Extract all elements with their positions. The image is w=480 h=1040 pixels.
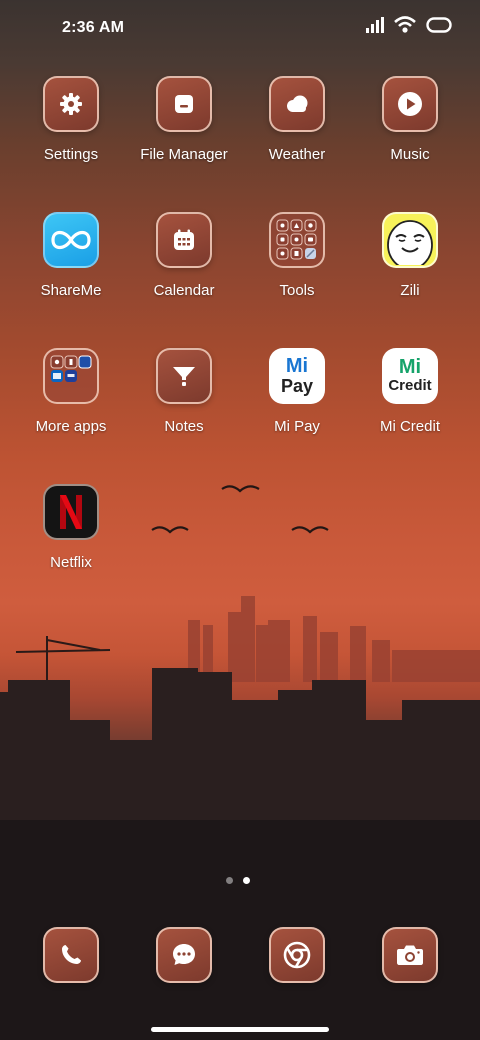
app-label: Mi Credit — [379, 418, 440, 435]
app-label: Tools — [279, 282, 315, 299]
tools-folder-icon[interactable] — [269, 212, 325, 268]
home-screen: 2:36 AM Settings File Manager Weather Mu… — [0, 0, 480, 1040]
app-more-apps-folder[interactable]: More apps — [15, 348, 127, 468]
camera-icon — [397, 945, 423, 965]
app-label: Weather — [268, 146, 326, 163]
wifi-icon — [394, 16, 416, 33]
crane-silhouette — [15, 636, 111, 690]
page-indicator — [226, 877, 250, 884]
app-notes[interactable]: Notes — [128, 348, 240, 468]
mi-credit-logo-credit: Credit — [388, 377, 432, 394]
phone-icon — [62, 945, 81, 964]
calendar-icon[interactable] — [156, 212, 212, 268]
dock-messages[interactable] — [156, 927, 212, 983]
status-time: 2:36 AM — [62, 19, 125, 36]
dock-chrome[interactable] — [269, 927, 325, 983]
app-shareme[interactable]: ShareMe — [15, 212, 127, 332]
zili-face-icon[interactable] — [382, 212, 438, 268]
app-settings[interactable]: Settings — [15, 76, 127, 196]
app-weather[interactable]: Weather — [241, 76, 353, 196]
dock-phone[interactable] — [43, 927, 99, 983]
mi-credit-logo[interactable]: Mi Credit — [382, 348, 438, 404]
page-dot-active[interactable] — [243, 877, 250, 884]
home-indicator[interactable] — [151, 1027, 329, 1032]
gear-icon[interactable] — [43, 76, 99, 132]
message-icon — [173, 944, 195, 965]
app-netflix[interactable]: Netflix — [15, 484, 127, 604]
battery-icon — [426, 17, 452, 33]
cloud-icon[interactable] — [269, 76, 325, 132]
mi-credit-logo-mi: Mi — [398, 356, 422, 378]
mi-pay-logo-pay: Pay — [280, 376, 314, 396]
app-file-manager[interactable]: File Manager — [128, 76, 240, 196]
app-calendar[interactable]: Calendar — [128, 212, 240, 332]
mi-pay-logo-mi: Mi — [285, 355, 309, 377]
more-apps-folder-icon[interactable] — [43, 348, 99, 404]
page-dot[interactable] — [226, 877, 233, 884]
app-label: Netflix — [50, 554, 92, 571]
signal-icon — [366, 17, 384, 33]
app-label: Settings — [43, 146, 99, 163]
app-label: Mi Pay — [274, 418, 320, 435]
notes-icon[interactable] — [156, 348, 212, 404]
play-icon[interactable] — [382, 76, 438, 132]
app-label: Notes — [164, 418, 204, 435]
app-tools-folder[interactable]: Tools — [241, 212, 353, 332]
app-music[interactable]: Music — [354, 76, 466, 196]
app-label: File Manager — [140, 146, 228, 163]
app-label: Music — [390, 146, 430, 163]
folder-icon[interactable] — [156, 76, 212, 132]
app-zili[interactable]: Zili — [354, 212, 466, 332]
app-label: Calendar — [153, 282, 215, 299]
app-label: Zili — [400, 282, 420, 299]
app-label: ShareMe — [40, 282, 102, 299]
mi-pay-logo[interactable]: Mi Pay — [269, 348, 325, 404]
netflix-logo[interactable] — [43, 484, 99, 540]
app-mi-pay[interactable]: Mi Pay Mi Pay — [241, 348, 353, 468]
chrome-icon — [283, 941, 311, 969]
status-bar: 2:36 AM — [0, 0, 480, 56]
app-mi-credit[interactable]: Mi Credit Mi Credit — [354, 348, 466, 468]
birds — [151, 485, 329, 534]
dock-camera[interactable] — [382, 927, 438, 983]
status-icons — [366, 16, 452, 34]
infinity-icon[interactable] — [43, 212, 99, 268]
app-label: More apps — [35, 418, 107, 435]
